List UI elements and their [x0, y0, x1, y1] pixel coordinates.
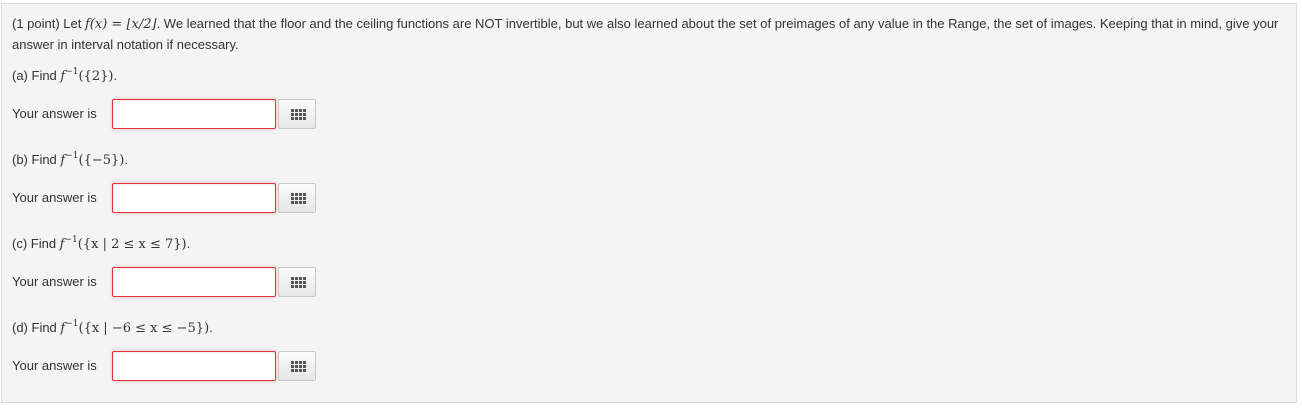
grid-icon [291, 109, 306, 120]
equation-palette-button-a[interactable] [278, 99, 316, 129]
question-b-arg: ({−5}) [78, 153, 125, 168]
question-a: (a) Find f−1({2}). [12, 66, 117, 86]
question-a-sup: −1 [65, 67, 79, 77]
grid-icon [291, 193, 306, 204]
question-b-label: (b) Find [12, 152, 61, 167]
answer-input-c[interactable] [112, 267, 276, 297]
question-d-math: f−1({x | −6 ≤ x ≤ −5}) [60, 319, 210, 337]
problem-prefix: (1 point) Let [12, 16, 85, 31]
equation-palette-button-c[interactable] [278, 267, 316, 297]
answer-label-b: Your answer is [12, 190, 97, 205]
question-d-arg: ({x | −6 ≤ x ≤ −5}) [78, 321, 210, 336]
grid-icon [291, 361, 306, 372]
question-d-label: (d) Find [12, 320, 61, 335]
question-d-sup: −1 [65, 319, 79, 329]
question-b-math: f−1({−5}) [60, 151, 125, 169]
question-a-label: (a) Find [12, 68, 61, 83]
problem-statement: (1 point) Let f(x) = ⌊x/2⌋. We learned t… [12, 14, 1292, 55]
problem-panel: (1 point) Let f(x) = ⌊x/2⌋. We learned t… [1, 3, 1297, 403]
question-c-end: . [186, 236, 191, 251]
question-c-label: (c) Find [12, 236, 60, 251]
question-d-end: . [209, 320, 213, 335]
question-a-math: f−1({2}) [60, 67, 114, 85]
question-b-sup: −1 [65, 151, 79, 161]
equation-palette-button-d[interactable] [278, 351, 316, 381]
answer-input-d[interactable] [112, 351, 276, 381]
question-c-math: f−1({x | 2 ≤ x ≤ 7}) [60, 235, 187, 253]
question-b-end: . [124, 152, 128, 167]
problem-text: . We learned that the floor and the ceil… [12, 16, 1279, 52]
question-c: (c) Find f−1({x | 2 ≤ x ≤ 7}). [12, 234, 190, 254]
question-a-end: . [113, 68, 118, 83]
equation-palette-button-b[interactable] [278, 183, 316, 213]
question-c-arg: ({x | 2 ≤ x ≤ 7}) [77, 237, 187, 252]
answer-input-a[interactable] [112, 99, 276, 129]
answer-label-a: Your answer is [12, 106, 97, 121]
answer-label-d: Your answer is [12, 358, 97, 373]
question-a-arg: ({2}) [78, 69, 114, 84]
question-d: (d) Find f−1({x | −6 ≤ x ≤ −5}). [12, 318, 213, 338]
question-c-sup: −1 [64, 235, 78, 245]
grid-icon [291, 277, 306, 288]
answer-label-c: Your answer is [12, 274, 97, 289]
function-definition: f(x) = ⌊x/2⌋ [85, 17, 157, 32]
question-b: (b) Find f−1({−5}). [12, 150, 128, 170]
answer-input-b[interactable] [112, 183, 276, 213]
